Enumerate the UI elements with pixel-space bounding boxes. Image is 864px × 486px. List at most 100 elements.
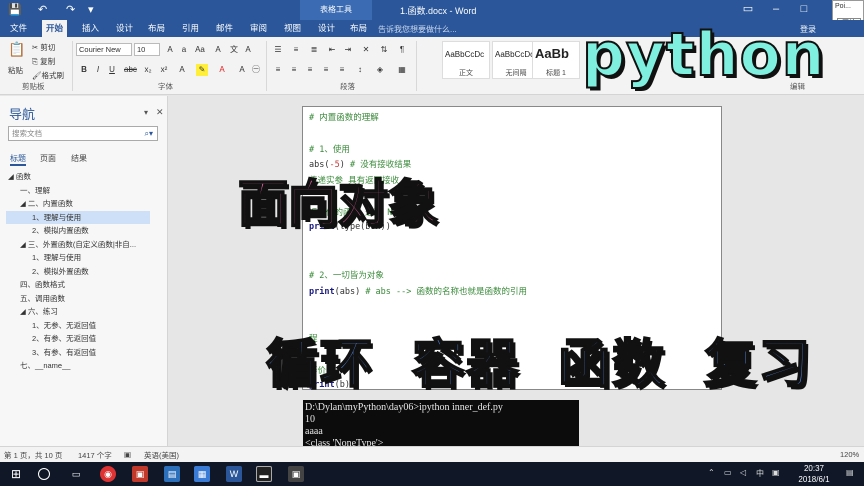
outline-item[interactable]: 2、有参、无返回值 <box>6 332 150 345</box>
customize-quick-access-icon[interactable]: ▾ <box>88 3 94 16</box>
outline-item[interactable]: 五、调用函数 <box>6 292 150 305</box>
bullets-icon[interactable]: ☰ <box>272 44 284 56</box>
redo-icon[interactable]: ↷ <box>66 3 75 16</box>
nav-search-input[interactable]: 搜索文档 ⌕▾ <box>8 126 158 141</box>
chrome-icon[interactable]: ◉ <box>100 466 116 482</box>
superscript-icon[interactable]: x² <box>158 64 170 76</box>
maximize-icon[interactable]: □ <box>796 2 812 16</box>
app-icon[interactable]: ▤ <box>164 466 180 482</box>
search-icon[interactable]: ⌕▾ <box>145 127 154 140</box>
network-icon[interactable]: ▭ <box>724 468 732 477</box>
outline-item[interactable]: 1、理解与使用 <box>6 251 150 264</box>
char-shading-icon[interactable]: A <box>236 64 248 76</box>
tab-file[interactable]: 文件 <box>6 20 31 37</box>
tab-review[interactable]: 审阅 <box>246 20 271 37</box>
subscript-icon[interactable]: x₂ <box>142 64 154 76</box>
style-heading-1[interactable]: AaBb 标题 1 <box>532 41 580 79</box>
cut-button[interactable]: ✂ 剪切 <box>32 42 55 53</box>
language[interactable]: 英语(美国) <box>144 450 179 461</box>
outline-item[interactable]: ◢ 三、外置函数(自定义函数|非自... <box>6 238 150 251</box>
close-icon[interactable]: ✕ <box>156 107 164 118</box>
outline-item[interactable]: 一、理解 <box>6 184 150 197</box>
tab-table-design[interactable]: 设计 <box>314 20 339 37</box>
clear-format-icon[interactable]: A <box>212 44 224 56</box>
app-icon[interactable]: ▣ <box>288 466 304 482</box>
word-icon[interactable]: W <box>226 466 242 482</box>
minimize-icon[interactable]: – <box>768 2 784 16</box>
decrease-indent-icon[interactable]: ⇤ <box>326 44 338 56</box>
shading-icon[interactable]: ◈ <box>374 64 386 76</box>
font-size-select[interactable]: 10 <box>134 43 160 56</box>
outline-item[interactable]: 七、__name__ <box>6 359 150 372</box>
tell-me-search[interactable]: 告诉我您想要做什么... <box>378 24 457 35</box>
outline-item[interactable]: ◢ 六、练习 <box>6 305 150 318</box>
app-icon[interactable]: ▣ <box>132 466 148 482</box>
text-effects-icon[interactable]: A <box>176 64 188 76</box>
tab-view[interactable]: 视图 <box>280 20 305 37</box>
nav-tab-pages[interactable]: 页面 <box>40 153 56 164</box>
format-painter-button[interactable]: 🖌格式刷 <box>32 70 64 81</box>
app-icon[interactable]: ▦ <box>194 466 210 482</box>
paste-button[interactable]: 粘贴 <box>8 65 23 76</box>
change-case-icon[interactable]: Aa <box>194 44 206 56</box>
multilevel-list-icon[interactable]: ≣ <box>308 44 320 56</box>
align-center-icon[interactable]: ≡ <box>288 64 300 76</box>
font-name-select[interactable]: Courier New <box>76 43 132 56</box>
underline-icon[interactable]: U <box>106 64 118 76</box>
outline-item[interactable]: ◢ 二、内置函数 <box>6 197 150 210</box>
distributed-icon[interactable]: ≡ <box>336 64 348 76</box>
tab-home[interactable]: 开始 <box>42 20 68 37</box>
start-icon[interactable]: ⊞ <box>8 466 24 482</box>
ribbon-display-icon[interactable]: ▭ <box>740 2 756 16</box>
italic-icon[interactable]: I <box>92 64 104 76</box>
strikethrough-icon[interactable]: abc <box>124 64 137 76</box>
align-left-icon[interactable]: ≡ <box>272 64 284 76</box>
outline-item[interactable]: 1、理解与使用 <box>6 210 150 224</box>
highlight-icon[interactable]: ✎ <box>196 64 208 76</box>
align-right-icon[interactable]: ≡ <box>304 64 316 76</box>
bold-icon[interactable]: B <box>78 64 90 76</box>
enclose-char-icon[interactable]: ㊀ <box>250 64 262 76</box>
outline-item[interactable]: 1、无参、无返回值 <box>6 319 150 332</box>
phonetic-icon[interactable]: 文 <box>228 44 240 56</box>
sort-icon[interactable]: ⇅ <box>378 44 390 56</box>
paste-icon[interactable]: 📋 <box>8 42 26 63</box>
tab-mailings[interactable]: 邮件 <box>212 20 237 37</box>
outline-item[interactable]: 2、模拟外置函数 <box>6 265 150 278</box>
tab-table-layout[interactable]: 布局 <box>346 20 371 37</box>
shrink-font-icon[interactable]: a <box>178 44 190 56</box>
ime-indicator[interactable]: 中 <box>756 468 764 479</box>
nav-options-icon[interactable]: ▾ <box>144 108 148 117</box>
nav-tab-results[interactable]: 结果 <box>71 153 87 164</box>
char-border-icon[interactable]: A <box>242 44 254 56</box>
nav-tab-headings[interactable]: 标题 <box>10 153 26 166</box>
copy-button[interactable]: ⎘ 复制 <box>32 56 55 67</box>
proofing-icon[interactable]: ▣ <box>124 450 131 459</box>
style-normal[interactable]: AaBbCcDc 正文 <box>442 41 490 79</box>
ime-mode-icon[interactable]: ▣ <box>772 468 780 477</box>
tab-layout[interactable]: 布局 <box>144 20 169 37</box>
borders-icon[interactable]: ▦ <box>396 64 408 76</box>
outline-item[interactable]: 2、模拟内置函数 <box>6 224 150 237</box>
task-view-icon[interactable]: ▭ <box>68 466 84 482</box>
chinese-layout-icon[interactable]: ✕ <box>360 44 372 56</box>
undo-icon[interactable]: ↶ <box>38 3 47 16</box>
zoom-level[interactable]: 120% <box>840 450 859 459</box>
page-count[interactable]: 第 1 页，共 10 页 <box>4 450 62 461</box>
font-color-icon[interactable]: A <box>216 64 228 76</box>
outline-item[interactable]: 3、有参、有返回值 <box>6 346 150 359</box>
word-count[interactable]: 1417 个字 <box>78 450 112 461</box>
tab-insert[interactable]: 插入 <box>78 20 103 37</box>
line-spacing-icon[interactable]: ↕ <box>354 64 366 76</box>
increase-indent-icon[interactable]: ⇥ <box>342 44 354 56</box>
search-icon[interactable] <box>38 468 50 480</box>
show-marks-icon[interactable]: ¶ <box>396 44 408 56</box>
numbering-icon[interactable]: ≡ <box>290 44 302 56</box>
clock[interactable]: 20:37 2018/6/1 <box>786 463 842 485</box>
outline-item[interactable]: 四、函数格式 <box>6 278 150 291</box>
cmd-icon[interactable]: ▬ <box>256 466 272 482</box>
tab-references[interactable]: 引用 <box>178 20 203 37</box>
save-icon[interactable]: 💾 <box>8 3 22 16</box>
tray-arrow-icon[interactable]: ⌃ <box>708 468 715 477</box>
tab-design[interactable]: 设计 <box>112 20 137 37</box>
